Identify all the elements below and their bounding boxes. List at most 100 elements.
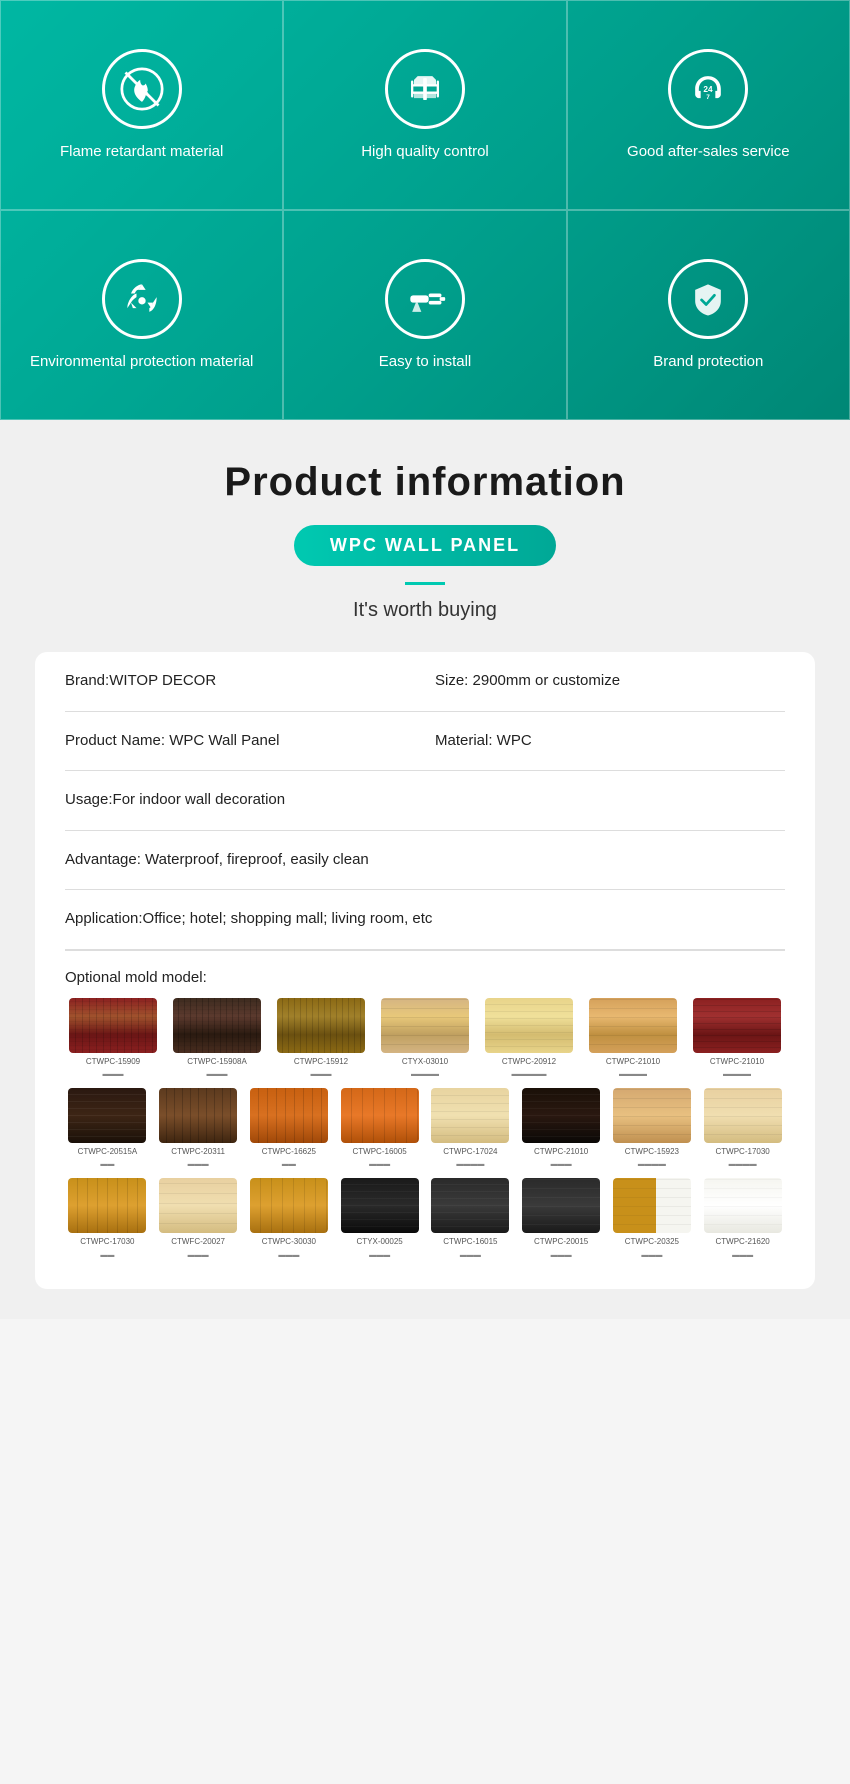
- mold-dims-5: ▬▬▬▬▬: [512, 1071, 547, 1078]
- mold-item-21: CTWPC-20015 ▬▬▬: [519, 1178, 604, 1258]
- product-row-advantage: Advantage: Waterproof, fireproof, easily…: [65, 831, 785, 891]
- mold-dims-21: ▬▬▬: [551, 1252, 572, 1259]
- mold-dims-17: ▬▬▬: [188, 1252, 209, 1259]
- mold-code-11: CTWPC-16005: [353, 1147, 407, 1157]
- mold-row-1: CTWPC-15909 ▬▬▬ CTWPC-15908A ▬▬▬ CTWPC-1…: [65, 998, 785, 1078]
- banner-cell-eco-material: Environmental protection material: [0, 210, 283, 420]
- mold-code-19: CTYX-00025: [357, 1237, 403, 1247]
- mold-img-14: [613, 1088, 691, 1143]
- mold-code-3: CTWPC-15912: [294, 1057, 348, 1067]
- mold-dims-18: ▬▬▬: [278, 1252, 299, 1259]
- teal-underline-decoration: [405, 582, 445, 585]
- mold-dims-12: ▬▬▬▬: [456, 1161, 484, 1168]
- wpc-badge: WPC WALL PANEL: [294, 525, 556, 566]
- mold-img-9: [159, 1088, 237, 1143]
- banner-cell-easy-install: Easy to install: [283, 210, 566, 420]
- mold-img-4: [381, 998, 469, 1053]
- worth-buying-text: It's worth buying: [20, 599, 830, 622]
- mold-item-4: CTYX-03010 ▬▬▬▬: [377, 998, 473, 1078]
- banner-cell-after-sales: 24 7 Good after-sales service: [567, 0, 850, 210]
- banner-cell-brand-protection: Brand protection: [567, 210, 850, 420]
- mold-code-20: CTWPC-16015: [443, 1237, 497, 1247]
- mold-img-13: [522, 1088, 600, 1143]
- mold-code-13: CTWPC-21010: [534, 1147, 588, 1157]
- banner-section: Flame retardant material High quality co…: [0, 0, 850, 420]
- mold-section-title: Optional mold model:: [65, 950, 785, 998]
- mold-img-8: [68, 1088, 146, 1143]
- mold-code-15: CTWPC-17030: [716, 1147, 770, 1157]
- mold-dims-3: ▬▬▬: [311, 1071, 332, 1078]
- brand-protection-icon: [668, 259, 748, 339]
- mold-code-16: CTWPC-17030: [80, 1237, 134, 1247]
- mold-code-8: CTWPC-20515A: [78, 1147, 138, 1157]
- mold-dims-2: ▬▬▬: [207, 1071, 228, 1078]
- mold-img-21: [522, 1178, 600, 1233]
- easy-install-icon: [385, 259, 465, 339]
- svg-text:24: 24: [704, 84, 714, 93]
- mold-item-20: CTWPC-16015 ▬▬▬: [428, 1178, 513, 1258]
- mold-img-15: [704, 1088, 782, 1143]
- mold-row-3: CTWPC-17030 ▬▬ CTWFC-20027 ▬▬▬ CTWPC-300…: [65, 1178, 785, 1258]
- mold-img-22: [613, 1178, 691, 1233]
- size-value: Size: 2900mm or customize: [435, 670, 785, 693]
- eco-material-icon: [102, 259, 182, 339]
- product-info-title: Product information: [20, 460, 830, 505]
- mold-img-12: [431, 1088, 509, 1143]
- mold-code-12: CTWPC-17024: [443, 1147, 497, 1157]
- mold-item-17: CTWFC-20027 ▬▬▬: [156, 1178, 241, 1258]
- mold-dims-16: ▬▬: [100, 1252, 114, 1259]
- mold-dims-14: ▬▬▬▬: [638, 1161, 666, 1168]
- mold-row-2: CTWPC-20515A ▬▬ CTWPC-20311 ▬▬▬ CTWPC-16…: [65, 1088, 785, 1168]
- eco-material-label: Environmental protection material: [30, 351, 253, 372]
- mold-img-2: [173, 998, 261, 1053]
- advantage-value: Advantage: Waterproof, fireproof, easily…: [65, 849, 785, 872]
- mold-item-12: CTWPC-17024 ▬▬▬▬: [428, 1088, 513, 1168]
- mold-code-17: CTWFC-20027: [171, 1237, 225, 1247]
- mold-img-1: [69, 998, 157, 1053]
- mold-code-2: CTWPC-15908A: [187, 1057, 247, 1067]
- mold-dims-4: ▬▬▬▬: [411, 1071, 439, 1078]
- svg-text:7: 7: [707, 94, 711, 101]
- mold-dims-23: ▬▬▬: [732, 1252, 753, 1259]
- mold-img-20: [431, 1178, 509, 1233]
- mold-code-6: CTWPC-21010: [606, 1057, 660, 1067]
- product-section: Product information WPC WALL PANEL It's …: [0, 420, 850, 1319]
- mold-item-1: CTWPC-15909 ▬▬▬: [65, 998, 161, 1078]
- mold-code-10: CTWPC-16625: [262, 1147, 316, 1157]
- mold-code-14: CTWPC-15923: [625, 1147, 679, 1157]
- product-row-name: Product Name: WPC Wall Panel Material: W…: [65, 712, 785, 772]
- mold-item-5: CTWPC-20912 ▬▬▬▬▬: [481, 998, 577, 1078]
- material-value: Material: WPC: [435, 730, 785, 753]
- brand-protection-label: Brand protection: [653, 351, 763, 372]
- mold-item-3: CTWPC-15912 ▬▬▬: [273, 998, 369, 1078]
- mold-item-23: CTWPC-21620 ▬▬▬: [700, 1178, 785, 1258]
- flame-retardant-label: Flame retardant material: [60, 141, 223, 162]
- brand-value: Brand:WITOP DECOR: [65, 670, 415, 693]
- mold-dims-6: ▬▬▬▬: [619, 1071, 647, 1078]
- mold-code-9: CTWPC-20311: [171, 1147, 225, 1157]
- mold-item-2: CTWPC-15908A ▬▬▬: [169, 998, 265, 1078]
- mold-item-11: CTWPC-16005 ▬▬▬: [337, 1088, 422, 1168]
- mold-item-10: CTWPC-16625 ▬▬: [247, 1088, 332, 1168]
- application-value: Application:Office; hotel; shopping mall…: [65, 908, 785, 931]
- product-card: Brand:WITOP DECOR Size: 2900mm or custom…: [35, 652, 815, 1289]
- mold-img-17: [159, 1178, 237, 1233]
- mold-item-18: CTWPC-30030 ▬▬▬: [247, 1178, 332, 1258]
- mold-dims-11: ▬▬▬: [369, 1161, 390, 1168]
- mold-item-6: CTWPC-21010 ▬▬▬▬: [585, 998, 681, 1078]
- mold-dims-1: ▬▬▬: [103, 1071, 124, 1078]
- flame-retardant-icon: [102, 49, 182, 129]
- quality-control-icon: [385, 49, 465, 129]
- mold-item-7: CTWPC-21010 ▬▬▬▬: [689, 998, 785, 1078]
- usage-value: Usage:For indoor wall decoration: [65, 789, 785, 812]
- mold-item-8: CTWPC-20515A ▬▬: [65, 1088, 150, 1168]
- mold-item-9: CTWPC-20311 ▬▬▬: [156, 1088, 241, 1168]
- mold-img-10: [250, 1088, 328, 1143]
- product-row-application: Application:Office; hotel; shopping mall…: [65, 890, 785, 950]
- mold-item-13: CTWPC-21010 ▬▬▬: [519, 1088, 604, 1168]
- mold-img-5: [485, 998, 573, 1053]
- banner-cell-flame-retardant: Flame retardant material: [0, 0, 283, 210]
- mold-item-19: CTYX-00025 ▬▬▬: [337, 1178, 422, 1258]
- mold-img-19: [341, 1178, 419, 1233]
- mold-dims-8: ▬▬: [100, 1161, 114, 1168]
